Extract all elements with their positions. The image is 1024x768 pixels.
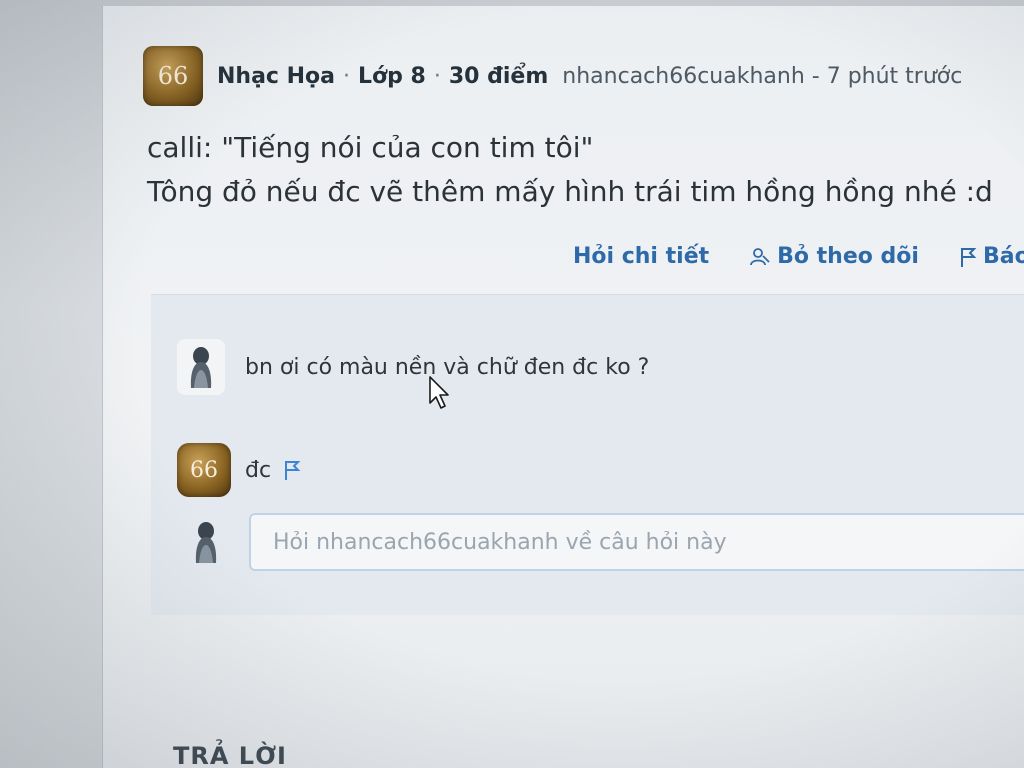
question-line-1: calli: "Tiếng nói của con tim tôi" [147,131,594,164]
comment-item: bn ơi có màu nền và chữ đen đc ko ? [177,339,649,395]
comment-text: đc [245,457,272,483]
commenter-avatar-text: 66 [190,457,218,483]
question-header: 66 Nhạc Họa · Lớp 8 · 30 điểm nhancach66… [143,46,962,106]
mouse-cursor-icon [429,376,449,409]
question-line-2: Tông đỏ nếu đc vẽ thêm mấy hình trái tim… [147,175,993,208]
report-button[interactable]: Báo cáo [959,244,1024,269]
user-avatar-icon [195,522,217,563]
asker-avatar[interactable]: 66 [143,46,203,106]
question-body: calli: "Tiếng nói của con tim tôi" Tông … [147,126,993,214]
asker-avatar-text: 66 [157,62,189,90]
unfollow-button[interactable]: Bỏ theo dõi [749,244,919,269]
user-unfollow-icon [750,247,770,265]
separator: · [433,63,441,89]
reply-row [191,513,1024,571]
question-actions: Hỏi chi tiết Bỏ theo dõi Báo cáo [573,244,1024,269]
unfollow-label: Bỏ theo dõi [777,244,919,269]
ask-detail-button[interactable]: Hỏi chi tiết [573,244,709,269]
commenter-avatar[interactable]: 66 [177,443,231,497]
comments-section: bn ơi có màu nền và chữ đen đc ko ? 66 đ… [151,294,1024,615]
comment-item: 66 đc [177,443,301,497]
flag-icon [960,247,977,267]
question-meta: Nhạc Họa · Lớp 8 · 30 điểm nhancach66cua… [217,64,962,89]
screen: 66 Nhạc Họa · Lớp 8 · 30 điểm nhancach66… [0,0,1024,768]
ask-comment-input[interactable] [249,513,1024,571]
report-label: Báo cáo [982,244,1024,269]
question-card: 66 Nhạc Họa · Lớp 8 · 30 điểm nhancach66… [102,6,1024,768]
separator: · [343,63,350,89]
grade-link[interactable]: Lớp 8 [358,64,426,89]
report-comment-button[interactable] [283,459,301,481]
commenter-avatar[interactable] [177,339,225,395]
asker-username-time[interactable]: nhancach66cuakhanh - 7 phút trước [562,64,962,89]
points-badge: 30 điểm [448,63,549,89]
user-avatar-icon [190,347,212,388]
ask-detail-label: Hỏi chi tiết [573,244,710,269]
flag-icon [285,461,301,480]
answers-heading: TRẢ LỜI [173,742,287,768]
subject-link[interactable]: Nhạc Họa [217,64,335,89]
